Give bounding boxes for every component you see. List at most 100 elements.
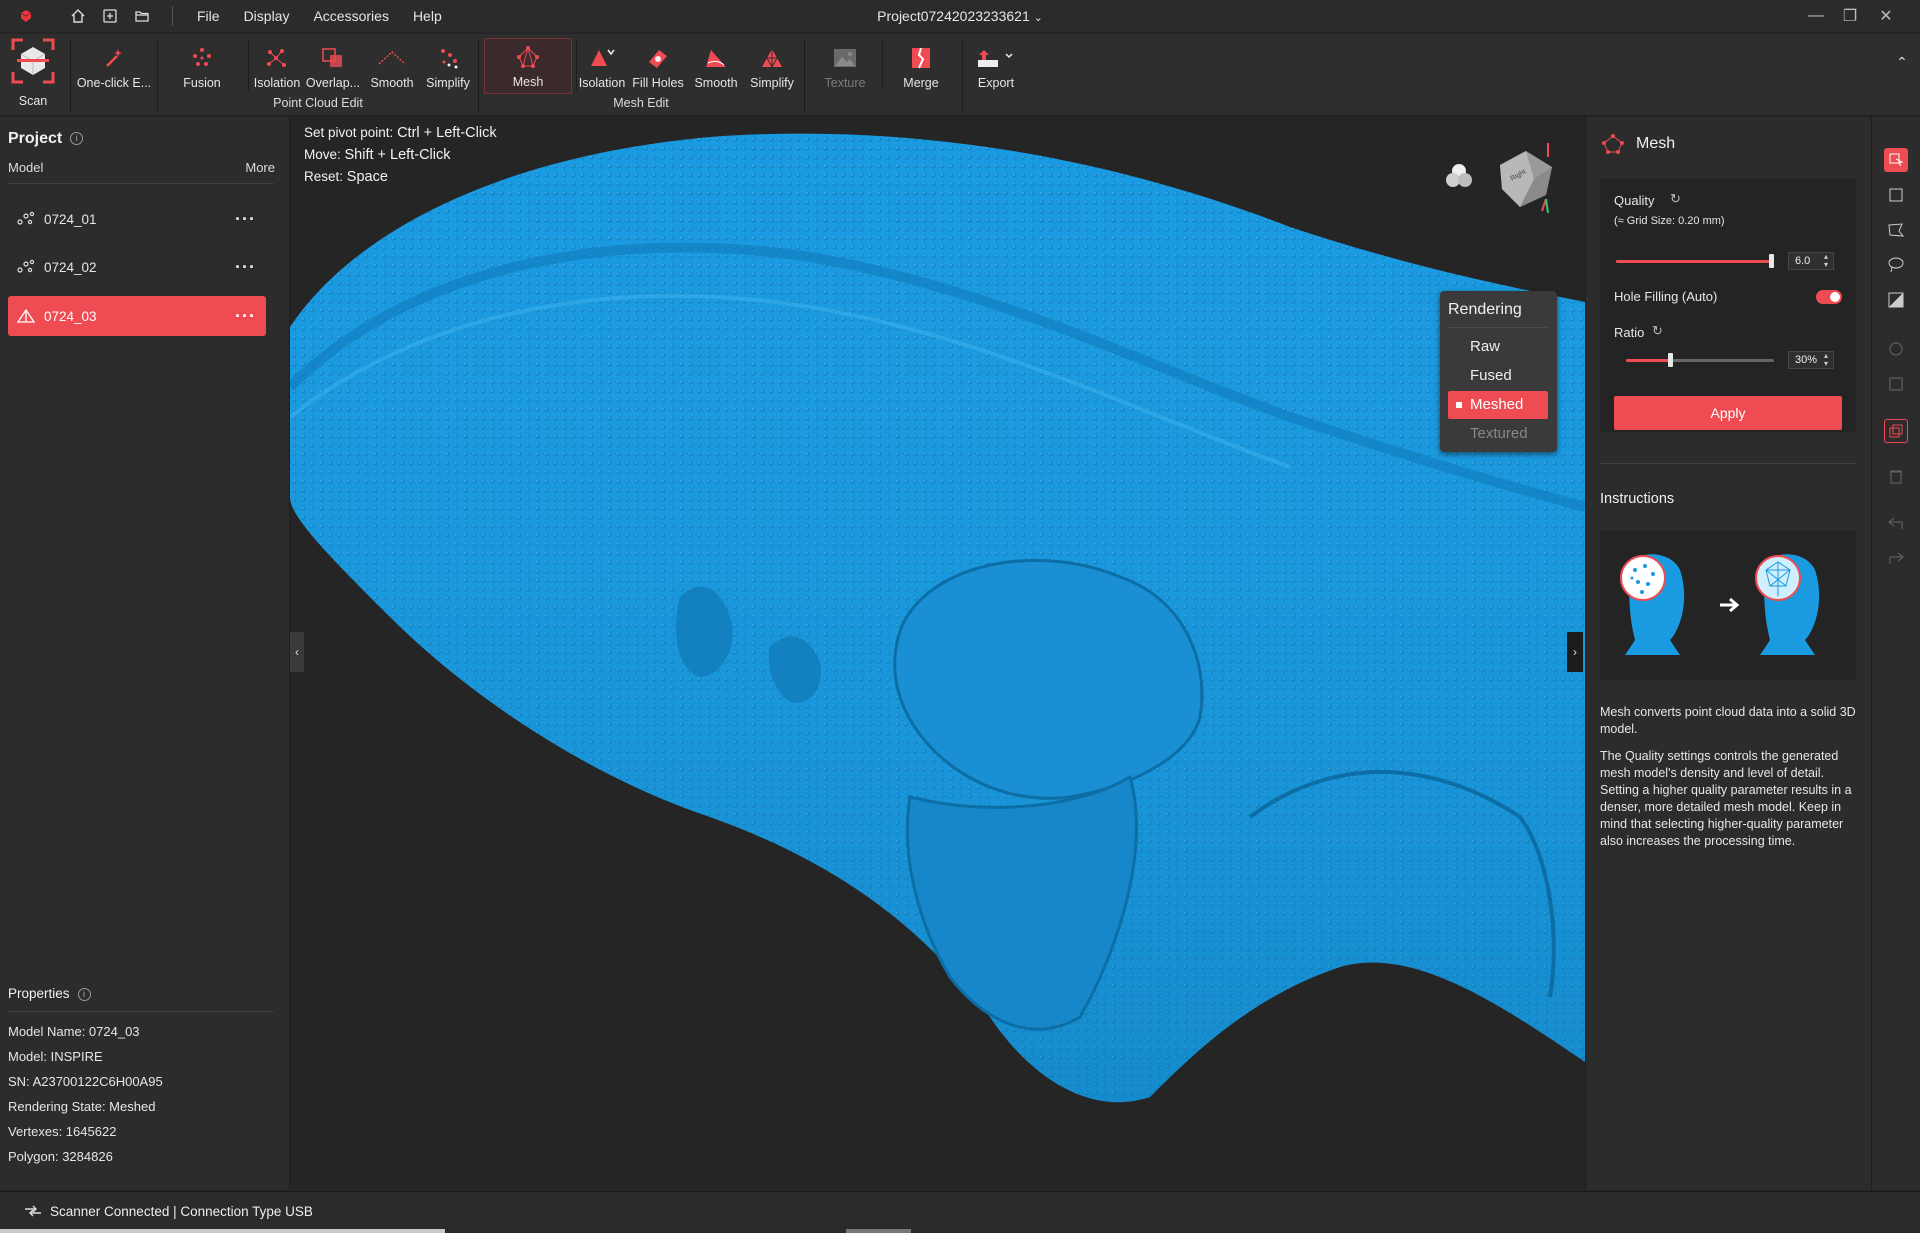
usb-connection-icon — [24, 1204, 42, 1223]
render-option-textured[interactable]: Textured — [1448, 420, 1548, 448]
info-icon[interactable]: i — [70, 132, 84, 146]
pc-smooth-button[interactable]: Smooth — [364, 38, 420, 94]
hint-label: Set pivot point: — [304, 125, 398, 140]
render-option-fused[interactable]: Fused — [1448, 362, 1548, 390]
instructions-paragraph-1: Mesh converts point cloud data into a so… — [1600, 705, 1856, 736]
ribbon-divider — [248, 40, 249, 90]
project-title[interactable]: Project07242023233621 ⌄ — [877, 0, 1043, 32]
hint-key: Space — [346, 169, 388, 185]
one-click-edit-button[interactable]: One-click E... — [76, 38, 152, 94]
mesh-icon — [8, 308, 44, 324]
mesh-smooth-button[interactable]: Smooth — [690, 38, 742, 94]
quality-slider-thumb[interactable] — [1768, 254, 1774, 268]
menu-accessories[interactable]: Accessories — [301, 0, 400, 32]
scan-icon — [11, 38, 55, 84]
redo-icon[interactable] — [1884, 546, 1908, 570]
invert-select-icon[interactable] — [1884, 288, 1908, 312]
reset-ratio-icon[interactable]: ↻ — [1652, 323, 1663, 339]
texture-button[interactable]: Texture — [816, 38, 874, 94]
prop-polygon: Polygon: 3284826 — [8, 1149, 113, 1164]
model-item-0724-01[interactable]: 0724_01 ··· — [8, 199, 266, 239]
overlap-icon — [322, 48, 342, 67]
apply-button[interactable]: Apply — [1614, 396, 1842, 430]
collapse-left-panel-button[interactable]: ‹ — [290, 632, 304, 672]
rectangle-select-icon[interactable] — [1884, 183, 1908, 207]
new-project-icon[interactable] — [94, 0, 126, 32]
quality-label: Quality — [1614, 193, 1655, 208]
ratio-slider-thumb[interactable] — [1668, 353, 1674, 367]
hint-key: Shift + Left-Click — [344, 147, 451, 163]
title-bar: File Display Accessories Help Project072… — [0, 0, 1920, 32]
grid-size-text: (≈ Grid Size: 0.20 mm) — [1614, 215, 1725, 227]
mesh-isolation-button[interactable]: Isolation — [578, 38, 626, 94]
hole-filling-toggle[interactable] — [1816, 290, 1842, 304]
overlap-button[interactable]: Overlap... — [304, 38, 362, 94]
mesh-simplify-button[interactable]: Simplify — [746, 38, 798, 94]
project-heading: Project i — [8, 130, 84, 148]
quality-stepper[interactable]: 6.0 — [1788, 252, 1834, 270]
one-click-label: One-click E... — [76, 76, 152, 90]
deselect-icon[interactable] — [1884, 419, 1908, 443]
mesh-edit-group-label: Mesh Edit — [613, 96, 669, 110]
collapse-ribbon-button[interactable]: ⌃ — [1892, 54, 1912, 74]
more-options-icon[interactable]: ··· — [235, 306, 256, 327]
close-button[interactable]: ✕ — [1867, 0, 1905, 32]
cutoff-icon[interactable] — [1884, 372, 1908, 396]
connected-select-icon[interactable] — [1884, 337, 1908, 361]
info-icon[interactable]: i — [77, 987, 91, 1001]
mesh-panel: Mesh Quality ↻ (≈ Grid Size: 0.20 mm) 6.… — [1585, 117, 1871, 1190]
model-item-0724-02[interactable]: 0724_02 ··· — [8, 247, 266, 287]
ratio-label: Ratio — [1614, 325, 1645, 340]
pc-isolation-label: Isolation — [253, 76, 301, 90]
fill-holes-button[interactable]: Fill Holes — [628, 38, 688, 94]
model-item-0724-03[interactable]: 0724_03 ··· — [8, 296, 266, 336]
fusion-button[interactable]: Fusion — [172, 38, 232, 94]
lasso-select-icon[interactable] — [1884, 253, 1908, 277]
scan-button[interactable]: Scan — [4, 36, 62, 112]
menu-file[interactable]: File — [185, 0, 232, 32]
pc-isolation-button[interactable]: Isolation — [251, 38, 303, 94]
hint-label: Reset: — [304, 169, 347, 184]
mesh-panel-icon — [1600, 133, 1626, 160]
ratio-stepper[interactable]: 30% — [1788, 351, 1834, 369]
select-pointer-icon[interactable] — [1884, 148, 1908, 172]
fusion-label: Fusion — [183, 76, 221, 90]
render-option-meshed[interactable]: Meshed — [1448, 391, 1548, 419]
export-icon — [978, 50, 1013, 67]
polygon-select-icon[interactable] — [1884, 218, 1908, 242]
mesh-model-render[interactable] — [290, 117, 1585, 1190]
reset-quality-icon[interactable]: ↻ — [1670, 191, 1681, 207]
undo-icon[interactable] — [1884, 511, 1908, 535]
pc-smooth-icon — [378, 50, 406, 65]
menu-display[interactable]: Display — [232, 0, 302, 32]
open-folder-icon[interactable] — [126, 0, 158, 32]
progress-strip-right — [846, 1229, 911, 1233]
model-name: 0724_03 — [44, 308, 97, 324]
mesh-button[interactable]: Mesh — [484, 38, 572, 94]
ribbon-divider — [157, 40, 158, 112]
menu-help[interactable]: Help — [401, 0, 454, 32]
pc-simplify-button[interactable]: Simplify — [422, 38, 474, 94]
more-options-icon[interactable]: ··· — [235, 257, 256, 278]
minimize-button[interactable]: — — [1797, 0, 1835, 32]
home-icon[interactable] — [62, 0, 94, 32]
render-option-raw[interactable]: Raw — [1448, 333, 1548, 361]
mesh-simplify-icon — [762, 49, 782, 69]
overlap-label: Overlap... — [305, 76, 361, 90]
mesh-isolation-icon — [591, 49, 615, 66]
mesh-panel-title: Mesh — [1636, 135, 1676, 152]
export-button[interactable]: Export — [968, 38, 1024, 94]
project-title-label: Project — [8, 130, 63, 147]
collapse-right-panel-button[interactable]: › — [1567, 632, 1583, 672]
merge-button[interactable]: Merge — [892, 38, 950, 94]
3d-viewport[interactable]: Set pivot point: Ctrl + Left-Click Move:… — [290, 117, 1585, 1190]
view-cube-icon[interactable]: Right — [1490, 137, 1560, 217]
quality-slider-fill — [1616, 260, 1771, 263]
rendering-mode-icon[interactable] — [1442, 159, 1476, 193]
more-options-icon[interactable]: ··· — [235, 209, 256, 230]
more-link[interactable]: More — [245, 160, 275, 175]
restore-button[interactable]: ❐ — [1831, 0, 1869, 32]
pc-simplify-icon — [441, 49, 458, 69]
delete-icon[interactable] — [1884, 464, 1908, 488]
